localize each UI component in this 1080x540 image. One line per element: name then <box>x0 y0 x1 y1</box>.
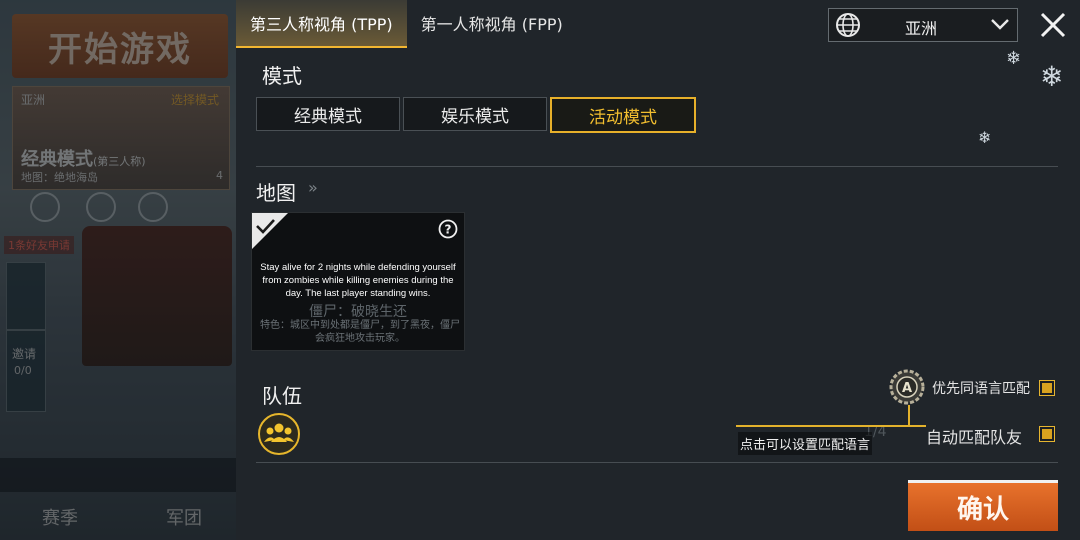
tab-fpp[interactable]: 第一人称视角 (FPP) <box>407 0 577 46</box>
language-tooltip: 点击可以设置匹配语言 <box>738 432 873 455</box>
lobby-mode-name: 经典模式(第三人称) <box>21 149 146 170</box>
chevron-down-icon <box>991 19 1009 30</box>
perspective-tabs: 第三人称视角 (TPP) 第一人称视角 (FPP) <box>236 0 577 48</box>
auto-match-label: 自动匹配队友 <box>926 428 1023 447</box>
divider <box>256 166 1058 167</box>
snowflake-decoration: ❄ <box>1006 48 1022 69</box>
lobby-bottom-icons <box>0 458 236 492</box>
help-icon[interactable]: ? <box>438 219 458 239</box>
invite-count: 0/0 <box>14 364 32 377</box>
map-section-title: 地图 <box>256 181 296 205</box>
lobby-squad-count: 4 <box>216 169 223 182</box>
prefer-language-checkbox[interactable] <box>1039 380 1055 396</box>
home-icon <box>86 192 116 222</box>
lobby-mode-card: 亚洲 选择模式 经典模式(第三人称) 地图：绝地海岛 4 <box>12 86 230 190</box>
lobby-select-mode: 选择模式 <box>170 93 219 107</box>
map-feature-text: 特色：城区中到处都是僵尸，到了黑夜，僵尸会疯狂地攻击玩家。 <box>260 320 460 344</box>
pin-icon <box>138 192 168 222</box>
snowflake-decoration: ❄ <box>978 128 992 147</box>
svg-text:A: A <box>902 381 912 396</box>
language-gear-icon[interactable]: A <box>888 368 926 406</box>
double-chevron-icon: » <box>308 178 318 197</box>
map-name: 僵尸：破晓生还 <box>309 304 407 320</box>
event-mode-button[interactable]: 活动模式 <box>550 97 696 133</box>
selected-check-icon <box>252 213 288 249</box>
confirm-button[interactable]: 确认 <box>908 480 1058 531</box>
invite-label: 邀请 <box>12 347 37 361</box>
start-game-label: 开始游戏 <box>48 29 192 70</box>
clan-tab: 军团 <box>166 508 202 529</box>
prefer-language-label: 优先同语言匹配 <box>932 381 1030 397</box>
season-tab: 赛季 <box>42 508 78 529</box>
tooltip-underline <box>736 425 926 427</box>
start-game-button: 开始游戏 <box>12 14 228 78</box>
squad-icon[interactable] <box>258 413 300 455</box>
arcade-mode-button[interactable]: 娱乐模式 <box>403 97 547 131</box>
friend-request-badge: 1条好友申请 <box>4 236 74 254</box>
divider <box>256 462 1058 463</box>
map-description: Stay alive for 2 nights while defending … <box>260 262 456 299</box>
friends-tab <box>6 262 46 330</box>
classic-mode-button[interactable]: 经典模式 <box>256 97 400 131</box>
globe-icon <box>836 13 860 37</box>
tab-tpp[interactable]: 第三人称视角 (TPP) <box>236 0 407 48</box>
lobby-background: 开始游戏 亚洲 选择模式 经典模式(第三人称) 地图：绝地海岛 4 1条好友申请… <box>0 0 236 540</box>
auto-match-checkbox[interactable] <box>1039 426 1055 442</box>
team-section-title: 队伍 <box>262 384 302 408</box>
close-icon[interactable] <box>1036 8 1070 42</box>
invite-tab <box>6 330 46 412</box>
vehicle-image <box>82 226 232 366</box>
lobby-map-label: 地图：绝地海岛 <box>21 171 98 184</box>
target-icon <box>30 192 60 222</box>
region-value: 亚洲 <box>905 19 938 38</box>
mode-select-panel: 第三人称视角 (TPP) 第一人称视角 (FPP) 亚洲 ❄ ❄ ❄ 模式 经典… <box>236 0 1080 540</box>
lobby-region: 亚洲 <box>21 93 46 107</box>
region-select[interactable]: 亚洲 <box>828 8 1018 42</box>
mode-button-row: 经典模式 娱乐模式 活动模式 <box>256 97 696 133</box>
snowflake-decoration: ❄ <box>1040 60 1064 93</box>
mode-section-title: 模式 <box>262 64 302 88</box>
svg-text:?: ? <box>445 223 452 237</box>
map-card[interactable]: ? 僵尸：破晓生还 特色：城区中到处都是僵尸，到了黑夜，僵尸会疯狂地攻击玩家。 … <box>251 212 465 351</box>
tooltip-pointer <box>908 405 910 425</box>
